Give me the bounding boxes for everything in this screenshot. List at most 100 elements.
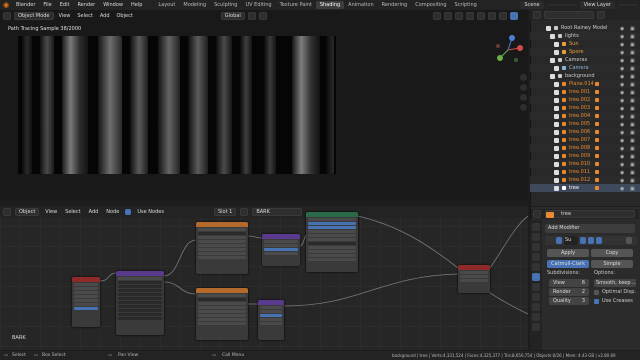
exclude-checkbox[interactable]	[550, 73, 555, 79]
copy-button[interactable]: Copy	[591, 249, 633, 257]
shading-rendered-icon[interactable]	[509, 12, 518, 20]
outliner-search-input[interactable]	[544, 11, 594, 19]
quality-field[interactable]: Quality 3	[549, 297, 589, 305]
uv-smooth-dropdown[interactable]: Smooth, keep ...	[594, 279, 636, 287]
exclude-checkbox[interactable]	[554, 105, 559, 111]
menu-edit[interactable]: Edit	[56, 2, 74, 8]
exclude-checkbox[interactable]	[554, 185, 559, 191]
mode-dropdown[interactable]: Object Mode	[14, 12, 54, 20]
exclude-checkbox[interactable]	[554, 145, 559, 151]
physics-tab-icon[interactable]	[532, 293, 540, 301]
viewport-menu-object[interactable]: Object	[115, 13, 135, 19]
modifier-tab-icon[interactable]	[532, 273, 540, 281]
viewport-menu-view[interactable]: View	[57, 13, 73, 19]
texture-coordinate-node[interactable]	[72, 277, 100, 327]
view-levels-field[interactable]: View 6	[549, 279, 589, 287]
exclude-checkbox[interactable]	[554, 49, 559, 55]
simple-button[interactable]: Simple	[591, 260, 633, 268]
mapping-node[interactable]	[116, 271, 164, 335]
perspective-toggle-icon[interactable]	[520, 104, 527, 111]
rendered-view[interactable]	[18, 36, 336, 174]
view-layer-extra-field[interactable]	[618, 4, 638, 6]
outliner-row[interactable]: Spore ◉ ▣	[530, 48, 640, 56]
snap-icon[interactable]	[247, 12, 256, 20]
outliner-row[interactable]: tree ◉ ▣	[530, 184, 640, 192]
filter-icon[interactable]	[597, 11, 605, 19]
visibility-eye-icon[interactable]: ◉	[620, 185, 624, 193]
output-tab-icon[interactable]	[532, 243, 540, 251]
outliner-row[interactable]: Sun ◉ ▣	[530, 40, 640, 48]
shading-wireframe-icon[interactable]	[476, 12, 485, 20]
render-levels-field[interactable]: Render 2	[549, 288, 589, 296]
transform-orientation-dropdown[interactable]: Global	[220, 12, 245, 20]
shading-solid-icon[interactable]	[487, 12, 496, 20]
catmull-clark-button[interactable]: Catmull-Clark	[547, 260, 589, 268]
exclude-checkbox[interactable]	[554, 153, 559, 159]
viewport-menu-add[interactable]: Add	[98, 13, 112, 19]
blender-logo-icon[interactable]: ◉	[2, 1, 10, 9]
menu-blender[interactable]: Blender	[12, 2, 39, 8]
scene-extra-field[interactable]	[546, 4, 577, 6]
render-toggle-icon[interactable]	[596, 237, 602, 244]
exclude-checkbox[interactable]	[554, 89, 559, 95]
optimal-display-checkbox[interactable]	[594, 290, 599, 295]
outliner-row[interactable]: tree.001 ◉ ▣	[530, 88, 640, 96]
overlay-toggle-icon[interactable]	[454, 12, 463, 20]
close-icon[interactable]	[626, 237, 632, 244]
material-tab-icon[interactable]	[532, 323, 540, 331]
apply-button[interactable]: Apply	[547, 249, 589, 257]
exclude-checkbox[interactable]	[554, 65, 559, 71]
image-texture-node-1[interactable]	[196, 222, 248, 274]
tab-compositing[interactable]: Compositing	[411, 1, 450, 9]
data-tab-icon[interactable]	[532, 313, 540, 321]
constraints-tab-icon[interactable]	[532, 303, 540, 311]
menu-file[interactable]: File	[39, 2, 55, 8]
exclude-checkbox[interactable]	[554, 161, 559, 167]
exclude-checkbox[interactable]	[554, 81, 559, 87]
xray-icon[interactable]	[465, 12, 474, 20]
viewport-toggle-icon[interactable]	[588, 237, 594, 244]
view-layer-selector[interactable]: View Layer	[579, 1, 615, 9]
edit-mode-toggle-icon[interactable]	[580, 237, 586, 244]
normal-map-node[interactable]	[262, 234, 300, 266]
tool-tab-icon[interactable]	[532, 223, 540, 231]
zoom-icon[interactable]	[520, 74, 527, 81]
exclude-checkbox[interactable]	[554, 121, 559, 127]
exclude-checkbox[interactable]	[554, 137, 559, 143]
bump-node[interactable]	[258, 300, 284, 340]
tab-shading[interactable]: Shading	[315, 1, 345, 9]
outliner-row[interactable]: Camera ◉ ▣	[530, 64, 640, 72]
outliner-row[interactable]: Plane.014 ◉ ▣	[530, 80, 640, 88]
principled-bsdf-node[interactable]	[306, 212, 358, 272]
outliner-row[interactable]: tree.002 ◉ ▣	[530, 96, 640, 104]
proportional-edit-icon[interactable]	[258, 12, 267, 20]
exclude-checkbox[interactable]	[550, 33, 555, 39]
tab-modeling[interactable]: Modeling	[179, 1, 210, 9]
modifier-name-field[interactable]: Su	[564, 236, 578, 245]
outliner-row[interactable]: tree.007 ◉ ▣	[530, 136, 640, 144]
tab-animation[interactable]: Animation	[344, 1, 378, 9]
camera-view-icon[interactable]	[520, 94, 527, 101]
outliner-row[interactable]: tree.008 ◉ ▣	[530, 144, 640, 152]
particles-tab-icon[interactable]	[532, 283, 540, 291]
add-modifier-button[interactable]: Add Modifier	[545, 224, 635, 233]
gizmo-toggle-icon[interactable]	[443, 12, 452, 20]
outliner-row[interactable]: tree.004 ◉ ▣	[530, 112, 640, 120]
outliner-row[interactable]: Root Rainey Model ◉ ▣	[530, 24, 640, 32]
outliner-row[interactable]: lights ◉ ▣	[530, 32, 640, 40]
menu-help[interactable]: Help	[127, 2, 146, 8]
menu-render[interactable]: Render	[73, 2, 99, 8]
render-visibility-icon[interactable]: ▣	[630, 185, 635, 193]
tab-rendering[interactable]: Rendering	[378, 1, 412, 9]
exclude-checkbox[interactable]	[554, 169, 559, 175]
properties-search-input[interactable]	[545, 210, 635, 218]
scene-selector[interactable]: Scene	[520, 1, 544, 9]
navigation-gizmo[interactable]	[490, 32, 526, 68]
exclude-checkbox[interactable]	[554, 97, 559, 103]
outliner-row[interactable]: tree.009 ◉ ▣	[530, 152, 640, 160]
object-tab-icon[interactable]	[532, 263, 540, 271]
image-texture-node-2[interactable]	[196, 288, 248, 340]
editor-type-icon[interactable]	[3, 12, 11, 20]
exclude-checkbox[interactable]	[554, 129, 559, 135]
outliner-row[interactable]: tree.012 ◉ ▣	[530, 176, 640, 184]
